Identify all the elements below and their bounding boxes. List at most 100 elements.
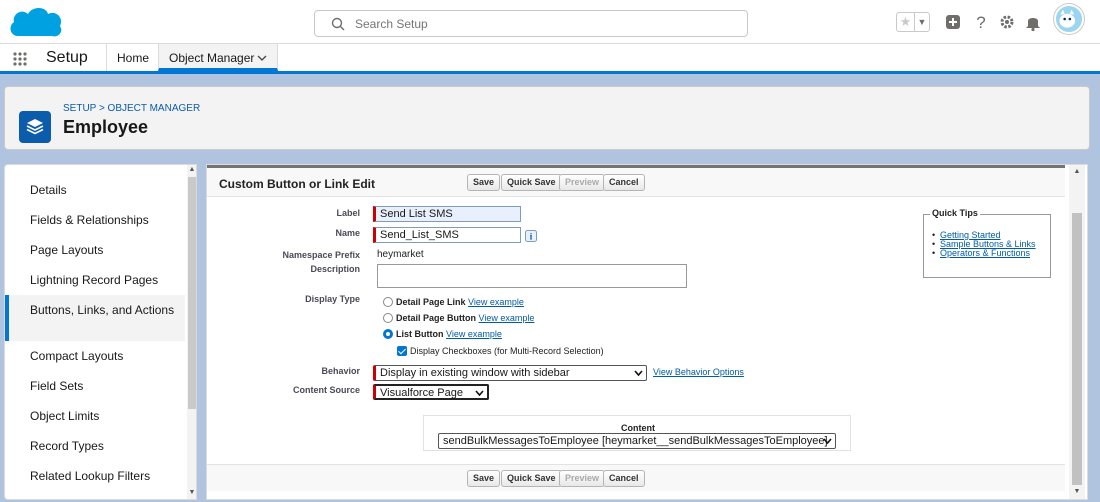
sidebar-item-record-types[interactable]: Record Types — [5, 431, 185, 461]
checkbox-label: Display Checkboxes (for Multi-Record Sel… — [410, 346, 604, 356]
custom-button-form: Custom Button or Link Edit Save Quick Sa… — [207, 165, 1065, 491]
radio-detail-page-button[interactable]: Detail Page Button View example — [383, 311, 534, 325]
sidebar-scrollbar[interactable]: ▲ ▼ — [187, 165, 196, 499]
app-nav: Setup Home Object Manager — [0, 44, 1100, 74]
radio-button-selected[interactable] — [383, 329, 393, 339]
scrollbar-thumb[interactable] — [1072, 213, 1082, 485]
tab-object-manager-label: Object Manager — [169, 51, 255, 65]
page-title: Employee — [63, 117, 149, 137]
favorites-group[interactable]: ★ ▼ — [896, 12, 930, 32]
avatar[interactable] — [1054, 4, 1084, 34]
radio-label: Detail Page Link — [396, 297, 466, 307]
app-launcher-icon[interactable] — [12, 51, 28, 67]
display-type-label: Display Type — [305, 294, 360, 304]
chevron-down-icon — [634, 370, 643, 377]
layers-icon — [19, 111, 51, 143]
quick-tip-link[interactable]: Operators & Functions — [932, 249, 1036, 258]
salesforce-cloud-logo[interactable] — [8, 6, 64, 40]
quick-tips-box: Quick Tips Getting Started Sample Button… — [923, 208, 1051, 278]
search-icon — [331, 17, 345, 31]
radio-label: Detail Page Button — [396, 313, 477, 323]
bell-icon[interactable] — [1022, 11, 1044, 33]
content-source-select[interactable]: Visualforce Page — [373, 384, 489, 400]
app-name: Setup — [46, 49, 88, 66]
plus-icon[interactable] — [942, 11, 964, 33]
save-button[interactable]: Save — [467, 174, 501, 191]
quick-tips-list: Getting Started Sample Buttons & Links O… — [932, 231, 1036, 258]
page-header: SETUP > OBJECT MANAGER Employee — [4, 86, 1090, 150]
form-title: Custom Button or Link Edit — [219, 177, 375, 191]
checkbox-checked[interactable] — [397, 346, 407, 356]
cancel-button[interactable]: Cancel — [603, 174, 645, 191]
view-example-link[interactable]: View example — [468, 297, 524, 307]
gear-icon[interactable] — [996, 11, 1018, 33]
help-icon[interactable]: ? — [970, 11, 992, 33]
sidebar-item-page-layouts[interactable]: Page Layouts — [5, 235, 185, 265]
view-behavior-options-link[interactable]: View Behavior Options — [653, 367, 744, 377]
view-example-link[interactable]: View example — [479, 313, 535, 323]
content-source-value: Visualforce Page — [380, 387, 463, 399]
radio-detail-page-link[interactable]: Detail Page Link View example — [383, 295, 524, 309]
star-icon[interactable]: ★ — [897, 13, 915, 31]
global-header: ★ ▼ ? — [0, 0, 1100, 44]
sidebar-item-compact-layouts[interactable]: Compact Layouts — [5, 341, 185, 371]
chevron-down-icon — [823, 438, 832, 445]
sidebar-item-fields[interactable]: Fields & Relationships — [5, 205, 185, 235]
form-header: Custom Button or Link Edit Save Quick Sa… — [207, 168, 1065, 197]
quick-save-button[interactable]: Quick Save — [501, 174, 562, 191]
scroll-down-icon[interactable]: ▼ — [1072, 487, 1082, 497]
sidebar-item-field-sets[interactable]: Field Sets — [5, 371, 185, 401]
save-button[interactable]: Save — [467, 470, 501, 487]
behavior-select[interactable]: Display in existing window with sidebar — [373, 365, 647, 381]
form-footer: Save Quick Save Preview Cancel — [207, 464, 1065, 491]
main-panel: Custom Button or Link Edit Save Quick Sa… — [206, 164, 1088, 500]
display-checkboxes-row[interactable]: Display Checkboxes (for Multi-Record Sel… — [397, 344, 604, 358]
preview-button[interactable]: Preview — [559, 174, 606, 191]
scroll-up-icon[interactable]: ▲ — [188, 166, 196, 174]
tab-object-manager[interactable]: Object Manager — [158, 44, 278, 71]
chevron-down-icon[interactable]: ▼ — [915, 13, 929, 31]
name-field-label: Name — [335, 228, 360, 238]
namespace-value: heymarket — [377, 249, 424, 260]
name-input[interactable]: Send_List_SMS — [373, 227, 521, 243]
chevron-down-icon — [475, 390, 484, 397]
sidebar-item-lightning-pages[interactable]: Lightning Record Pages — [5, 265, 185, 295]
main-scrollbar[interactable]: ▲ ▼ — [1069, 165, 1085, 499]
radio-button[interactable] — [383, 313, 393, 323]
tab-home-label: Home — [117, 51, 150, 65]
sidebar-item-details[interactable]: Details — [5, 175, 185, 205]
quick-tips-title: Quick Tips — [930, 208, 980, 218]
description-label: Description — [310, 264, 360, 274]
radio-label: List Button — [396, 329, 444, 339]
sidebar-item-buttons-links-actions[interactable]: Buttons, Links, and Actions — [5, 295, 185, 341]
scrollbar-thumb[interactable] — [188, 177, 196, 409]
info-icon[interactable]: i — [525, 230, 537, 242]
sidebar-item-lookup-filters[interactable]: Related Lookup Filters — [5, 461, 185, 491]
cancel-button[interactable]: Cancel — [603, 470, 645, 487]
content-value: sendBulkMessagesToEmployee [heymarket__s… — [443, 435, 828, 447]
sidebar-item-object-limits[interactable]: Object Limits — [5, 401, 185, 431]
radio-button[interactable] — [383, 297, 393, 307]
behavior-value: Display in existing window with sidebar — [380, 367, 570, 379]
namespace-label: Namespace Prefix — [282, 250, 360, 260]
view-example-link[interactable]: View example — [446, 329, 502, 339]
label-input[interactable]: Send List SMS — [373, 206, 521, 222]
tab-home[interactable]: Home — [106, 44, 158, 71]
label-field-label: Label — [336, 208, 360, 218]
breadcrumb[interactable]: SETUP > OBJECT MANAGER — [63, 103, 200, 114]
content-source-label: Content Source — [292, 385, 360, 395]
search-box[interactable] — [314, 10, 748, 37]
scroll-down-icon[interactable]: ▼ — [188, 489, 196, 497]
chevron-down-icon[interactable] — [257, 54, 267, 62]
preview-button[interactable]: Preview — [559, 470, 606, 487]
behavior-label: Behavior — [321, 366, 360, 376]
content-select[interactable]: sendBulkMessagesToEmployee [heymarket__s… — [438, 433, 836, 449]
content-label: Content — [621, 423, 655, 433]
description-textarea[interactable] — [377, 264, 687, 288]
scroll-up-icon[interactable]: ▲ — [1072, 167, 1082, 177]
svg-text:?: ? — [976, 13, 985, 32]
radio-list-button[interactable]: List Button View example — [383, 327, 502, 341]
search-input[interactable] — [355, 15, 735, 33]
quick-save-button[interactable]: Quick Save — [501, 470, 562, 487]
object-sidebar: Details Fields & Relationships Page Layo… — [4, 164, 197, 500]
